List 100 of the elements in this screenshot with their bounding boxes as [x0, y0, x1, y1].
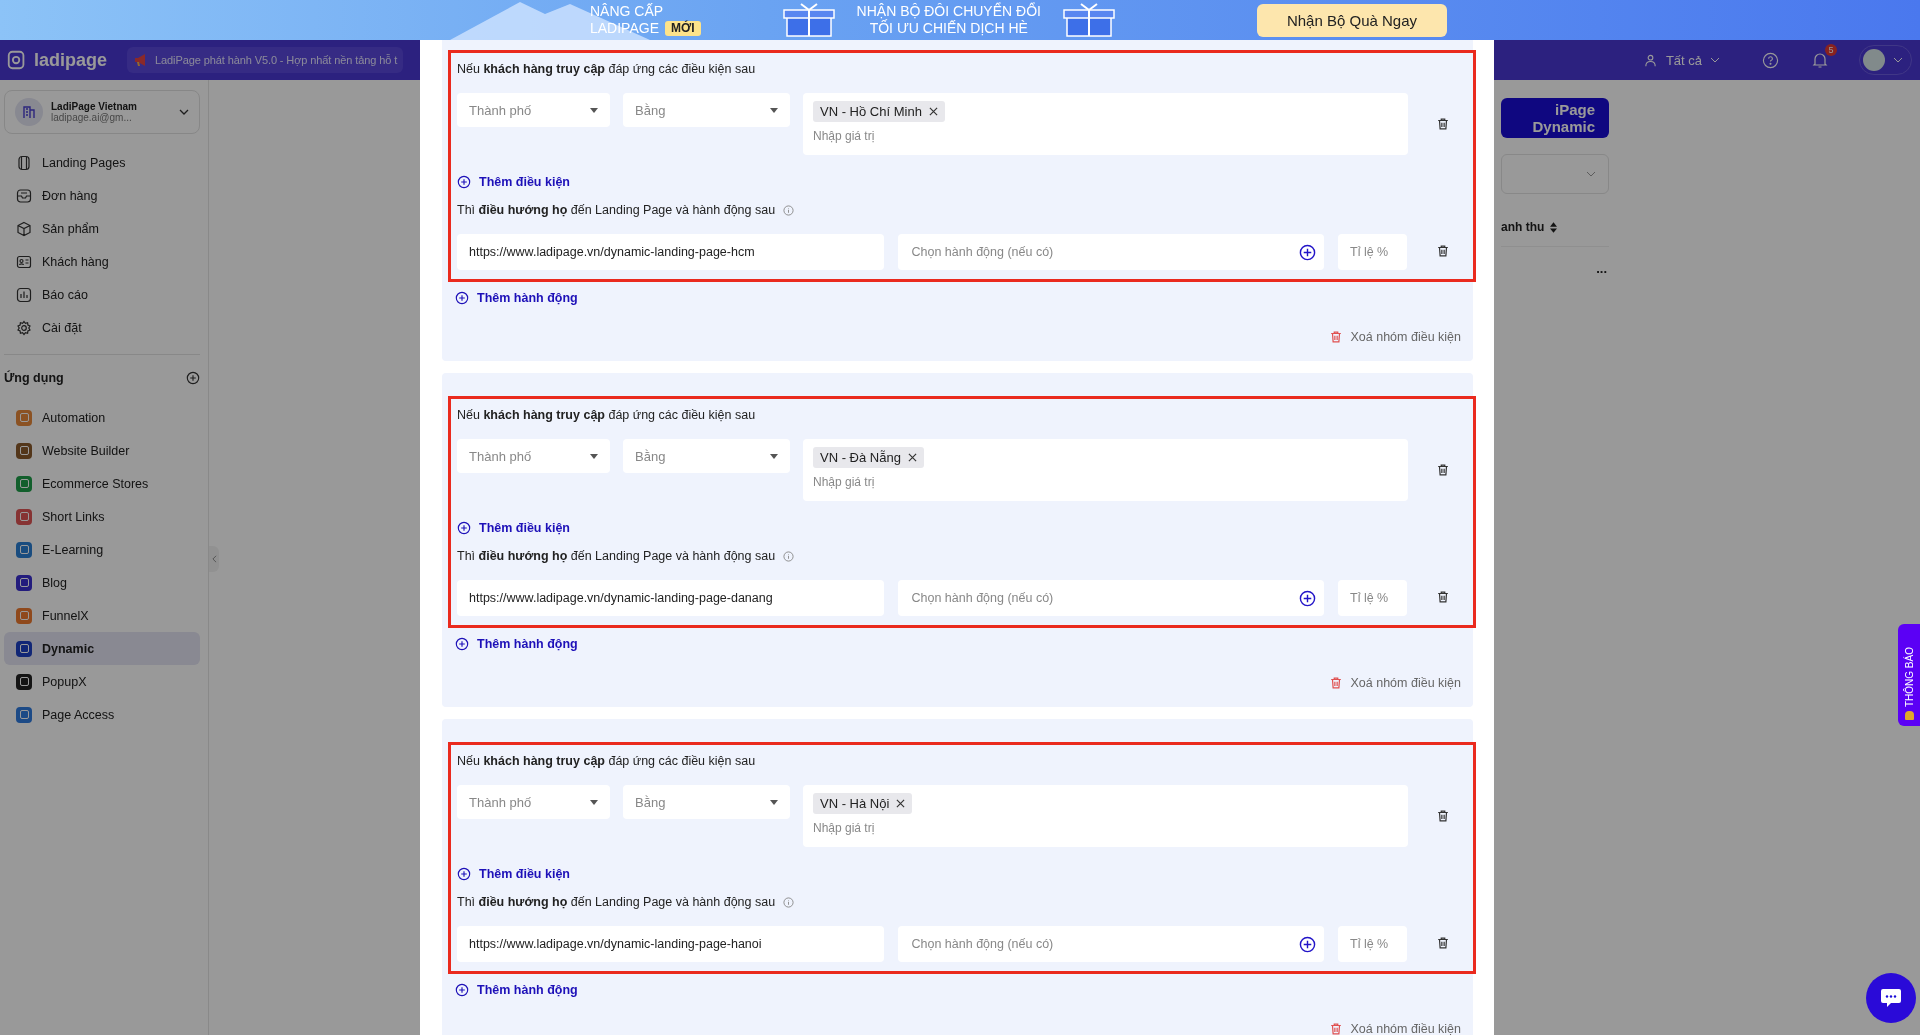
- add-action-icon[interactable]: [1299, 589, 1316, 607]
- chevron-down-icon: [179, 109, 189, 115]
- caret-down-icon: [770, 799, 778, 805]
- box-icon: [16, 220, 32, 237]
- redirect-intro: Thì điều hướng họ đến Landing Page và hành động sau: [457, 548, 776, 565]
- add-condition-link[interactable]: Thêm điều kiện: [457, 865, 570, 883]
- plus-circle-icon: [455, 637, 469, 651]
- avatar-icon: [1863, 49, 1885, 71]
- sort-icon[interactable]: [1550, 221, 1558, 233]
- sidebar-item[interactable]: Cài đặt: [4, 311, 200, 344]
- operator-select[interactable]: Bằng: [623, 93, 790, 127]
- action-select[interactable]: Chọn hành động (nếu có): [897, 234, 1324, 270]
- banner-text: NÂNG CẤP: [590, 3, 665, 20]
- trash-icon[interactable]: [1328, 1022, 1343, 1035]
- add-action-link[interactable]: Thêm hành động: [455, 635, 1473, 653]
- inbox-icon: [16, 187, 32, 204]
- close-icon[interactable]: [928, 107, 938, 116]
- sidebar-item[interactable]: Báo cáo: [4, 278, 200, 311]
- sidebar-app-item[interactable]: Short Links: [4, 500, 200, 533]
- action-input[interactable]: Chọn hành động (nếu có): [909, 244, 1299, 260]
- action-select[interactable]: Chọn hành động (nếu có): [897, 580, 1324, 616]
- url-field[interactable]: https://www.ladipage.vn/dynamic-landing-page-danang: [457, 580, 884, 616]
- collapse-handle[interactable]: [209, 546, 219, 572]
- claim-gift-button[interactable]: Nhận Bộ Quà Ngay: [1256, 3, 1447, 37]
- workspace-filter[interactable]: Tất cả: [1665, 52, 1702, 68]
- sidebar-app-item[interactable]: FunnelX: [4, 599, 200, 632]
- operator-select[interactable]: Bằng: [623, 785, 790, 819]
- sidebar-item[interactable]: Đơn hàng: [4, 179, 200, 212]
- delete-action-icon[interactable]: [1436, 244, 1450, 258]
- value-input-field[interactable]: VN - Đà Nẵng Nhập giá trị: [803, 439, 1408, 501]
- column-header[interactable]: anh thu: [1501, 220, 1545, 234]
- close-icon[interactable]: [896, 799, 906, 808]
- sidebar-app-item[interactable]: Page Access: [4, 698, 200, 731]
- field-select[interactable]: Thành phố: [457, 785, 610, 819]
- sidebar-app-item[interactable]: E-Learning: [4, 533, 200, 566]
- add-condition-link[interactable]: Thêm điều kiện: [457, 519, 570, 537]
- add-action-icon[interactable]: [1299, 935, 1316, 953]
- notification-bell-icon[interactable]: [1811, 51, 1829, 69]
- sidebar-app-item[interactable]: Ecommerce Stores: [4, 467, 200, 500]
- add-action-link[interactable]: Thêm hành động: [455, 981, 1473, 999]
- account-switcher[interactable]: LadiPage Vietnam ladipage.ai@gm...: [4, 90, 200, 134]
- action-input[interactable]: Chọn hành động (nếu có): [909, 590, 1299, 606]
- account-email: ladipage.ai@gm...: [51, 112, 133, 123]
- trash-icon[interactable]: [1328, 330, 1343, 344]
- sidebar-app-item[interactable]: PopupX: [4, 665, 200, 698]
- delete-action-icon[interactable]: [1436, 590, 1450, 604]
- add-action-link[interactable]: Thêm hành động: [455, 289, 1473, 307]
- help-icon[interactable]: [1762, 51, 1779, 69]
- section-title: Ứng dụng: [4, 371, 64, 385]
- action-select[interactable]: Chọn hành động (nếu có): [897, 926, 1324, 962]
- caret-down-icon: [590, 799, 598, 805]
- value-input[interactable]: Nhập giá trị: [813, 126, 1398, 146]
- sidebar-app-item[interactable]: Automation: [4, 401, 200, 434]
- sidebar-item[interactable]: Khách hàng: [4, 245, 200, 278]
- sidebar-item[interactable]: Sản phẩm: [4, 212, 200, 245]
- value-input[interactable]: Nhập giá trị: [813, 818, 1398, 838]
- plus-circle-icon: [455, 983, 469, 997]
- caret-down-icon: [590, 453, 598, 459]
- logo-text: ladipage: [34, 49, 108, 71]
- sidebar-item[interactable]: Landing Pages: [4, 146, 200, 179]
- sidebar-app-item[interactable]: Blog: [4, 566, 200, 599]
- url-field[interactable]: https://www.ladipage.vn/dynamic-landing-page-hcm: [457, 234, 884, 270]
- trash-icon[interactable]: [1328, 676, 1343, 690]
- field-select[interactable]: Thành phố: [457, 439, 610, 473]
- pages-icon: [16, 154, 32, 171]
- ratio-field[interactable]: Tỉ lệ %: [1338, 580, 1407, 616]
- contact-card-icon: [16, 253, 32, 270]
- delete-condition-icon[interactable]: [1436, 809, 1450, 823]
- action-input[interactable]: Chọn hành động (nếu có): [909, 936, 1299, 952]
- value-input[interactable]: Nhập giá trị: [813, 472, 1398, 492]
- announcement-bar[interactable]: LadiPage phát hành V5.0 - Hợp nhất nền tảng hỗ t: [127, 47, 404, 73]
- notification-tab[interactable]: THÔNG BÁO: [1898, 624, 1920, 726]
- field-select[interactable]: Thành phố: [457, 93, 610, 127]
- url-field[interactable]: https://www.ladipage.vn/dynamic-landing-page-hanoi: [457, 926, 884, 962]
- delete-group-button[interactable]: Xoá nhóm điều kiện: [1328, 1020, 1461, 1035]
- value-input-field[interactable]: VN - Hà Nội Nhập giá trị: [803, 785, 1408, 847]
- building-icon: [15, 98, 43, 126]
- ratio-field[interactable]: Tỉ lệ %: [1338, 926, 1407, 962]
- notification-count-badge: 5: [1825, 44, 1837, 56]
- bar-chart-icon: [16, 286, 32, 303]
- delete-action-icon[interactable]: [1436, 936, 1450, 950]
- ratio-field[interactable]: Tỉ lệ %: [1338, 234, 1407, 270]
- banner-text: NHẬN BỘ ĐÔI CHUYỂN ĐỔI: [856, 3, 1041, 20]
- delete-condition-icon[interactable]: [1436, 463, 1450, 477]
- plus-circle-icon: [457, 867, 471, 881]
- delete-group-button[interactable]: Xoá nhóm điều kiện: [1328, 328, 1461, 346]
- plus-circle-icon: [455, 291, 469, 305]
- close-icon[interactable]: [907, 453, 917, 462]
- more-options[interactable]: ...: [1596, 261, 1607, 276]
- plus-circle-icon: [457, 175, 471, 189]
- delete-condition-icon[interactable]: [1436, 117, 1450, 131]
- create-dynamic-button[interactable]: iPage Dynamic: [1501, 98, 1609, 138]
- chat-button[interactable]: [1866, 973, 1916, 1023]
- add-condition-link[interactable]: Thêm điều kiện: [457, 173, 570, 191]
- delete-group-button[interactable]: Xoá nhóm điều kiện: [1328, 674, 1461, 692]
- sidebar-app-item[interactable]: Dynamic: [4, 632, 200, 665]
- add-action-icon[interactable]: [1299, 243, 1316, 261]
- operator-select[interactable]: Bằng: [623, 439, 790, 473]
- sidebar-app-item[interactable]: Website Builder: [4, 434, 200, 467]
- value-input-field[interactable]: VN - Hồ Chí Minh Nhập giá trị: [803, 93, 1408, 155]
